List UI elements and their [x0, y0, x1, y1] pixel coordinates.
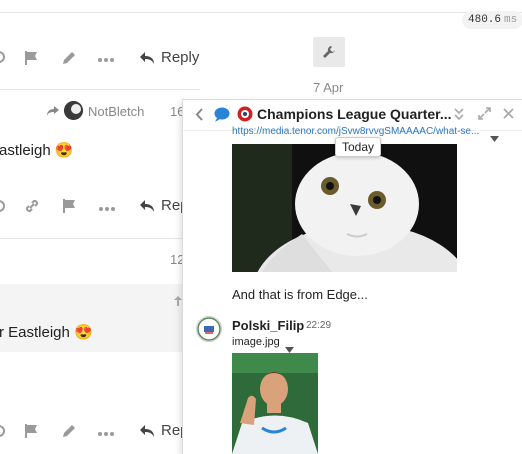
- link-icon[interactable]: [24, 198, 40, 219]
- post-username[interactable]: NotBletch: [88, 104, 144, 119]
- reply-to-icon: [46, 104, 60, 122]
- collapse-icon[interactable]: [454, 107, 464, 124]
- reply-label: Reply: [161, 49, 200, 66]
- top-bar: [0, 0, 522, 13]
- chat-channel-title[interactable]: Champions League Quarter...: [257, 106, 452, 122]
- more-icon[interactable]: [99, 201, 115, 219]
- post-text: astleigh 😍: [0, 142, 74, 159]
- like-icon[interactable]: [0, 50, 6, 69]
- heart-eyes-emoji: 😍: [54, 142, 74, 159]
- reply-button[interactable]: Reply: [139, 49, 199, 66]
- post-text: r Eastleigh 😍: [0, 324, 93, 341]
- user-avatar[interactable]: [196, 316, 222, 342]
- back-icon[interactable]: [195, 108, 203, 126]
- attachment-filename[interactable]: image.jpg: [232, 336, 280, 348]
- user-avatar[interactable]: [64, 101, 83, 120]
- attached-photo[interactable]: [232, 353, 318, 454]
- post-divider: [0, 238, 200, 239]
- chat-message-text: And that is from Edge...: [232, 287, 368, 302]
- edit-icon[interactable]: [61, 50, 77, 71]
- chat-drawer: Champions League Quarter... https://medi…: [182, 99, 522, 454]
- close-icon[interactable]: [503, 107, 514, 122]
- chat-timestamp: 22:29: [306, 320, 332, 331]
- quote-block: [0, 284, 190, 352]
- onebox-link[interactable]: https://media.tenor.com/jSvw8rvvgSMAAAAC…: [232, 126, 479, 137]
- post-divider: [0, 89, 200, 90]
- chevron-down-icon[interactable]: [490, 129, 499, 147]
- owl-gif-image[interactable]: [232, 144, 457, 272]
- heart-eyes-emoji: 😍: [74, 324, 93, 341]
- more-icon[interactable]: [98, 52, 114, 70]
- reply-icon: [140, 199, 154, 212]
- chat-username[interactable]: Polski_Filip: [232, 318, 304, 333]
- edit-icon[interactable]: [61, 423, 77, 444]
- timeline-date: 7 Apr: [313, 80, 344, 95]
- flag-icon[interactable]: [62, 198, 78, 219]
- wrench-icon: [323, 46, 335, 58]
- perf-timer: 480.6 ms: [462, 11, 522, 29]
- flag-icon[interactable]: [24, 423, 40, 444]
- more-icon[interactable]: [98, 426, 114, 444]
- flag-icon[interactable]: [24, 50, 40, 71]
- chat-bubble-icon: [214, 107, 230, 127]
- channel-emblem-icon: [237, 106, 253, 127]
- like-icon[interactable]: [0, 424, 6, 443]
- reply-icon: [140, 51, 154, 64]
- admin-wrench-button[interactable]: [313, 37, 345, 67]
- like-icon[interactable]: [0, 199, 6, 218]
- expand-icon[interactable]: [478, 107, 491, 123]
- date-tooltip: Today: [335, 137, 382, 157]
- reply-icon: [140, 424, 154, 437]
